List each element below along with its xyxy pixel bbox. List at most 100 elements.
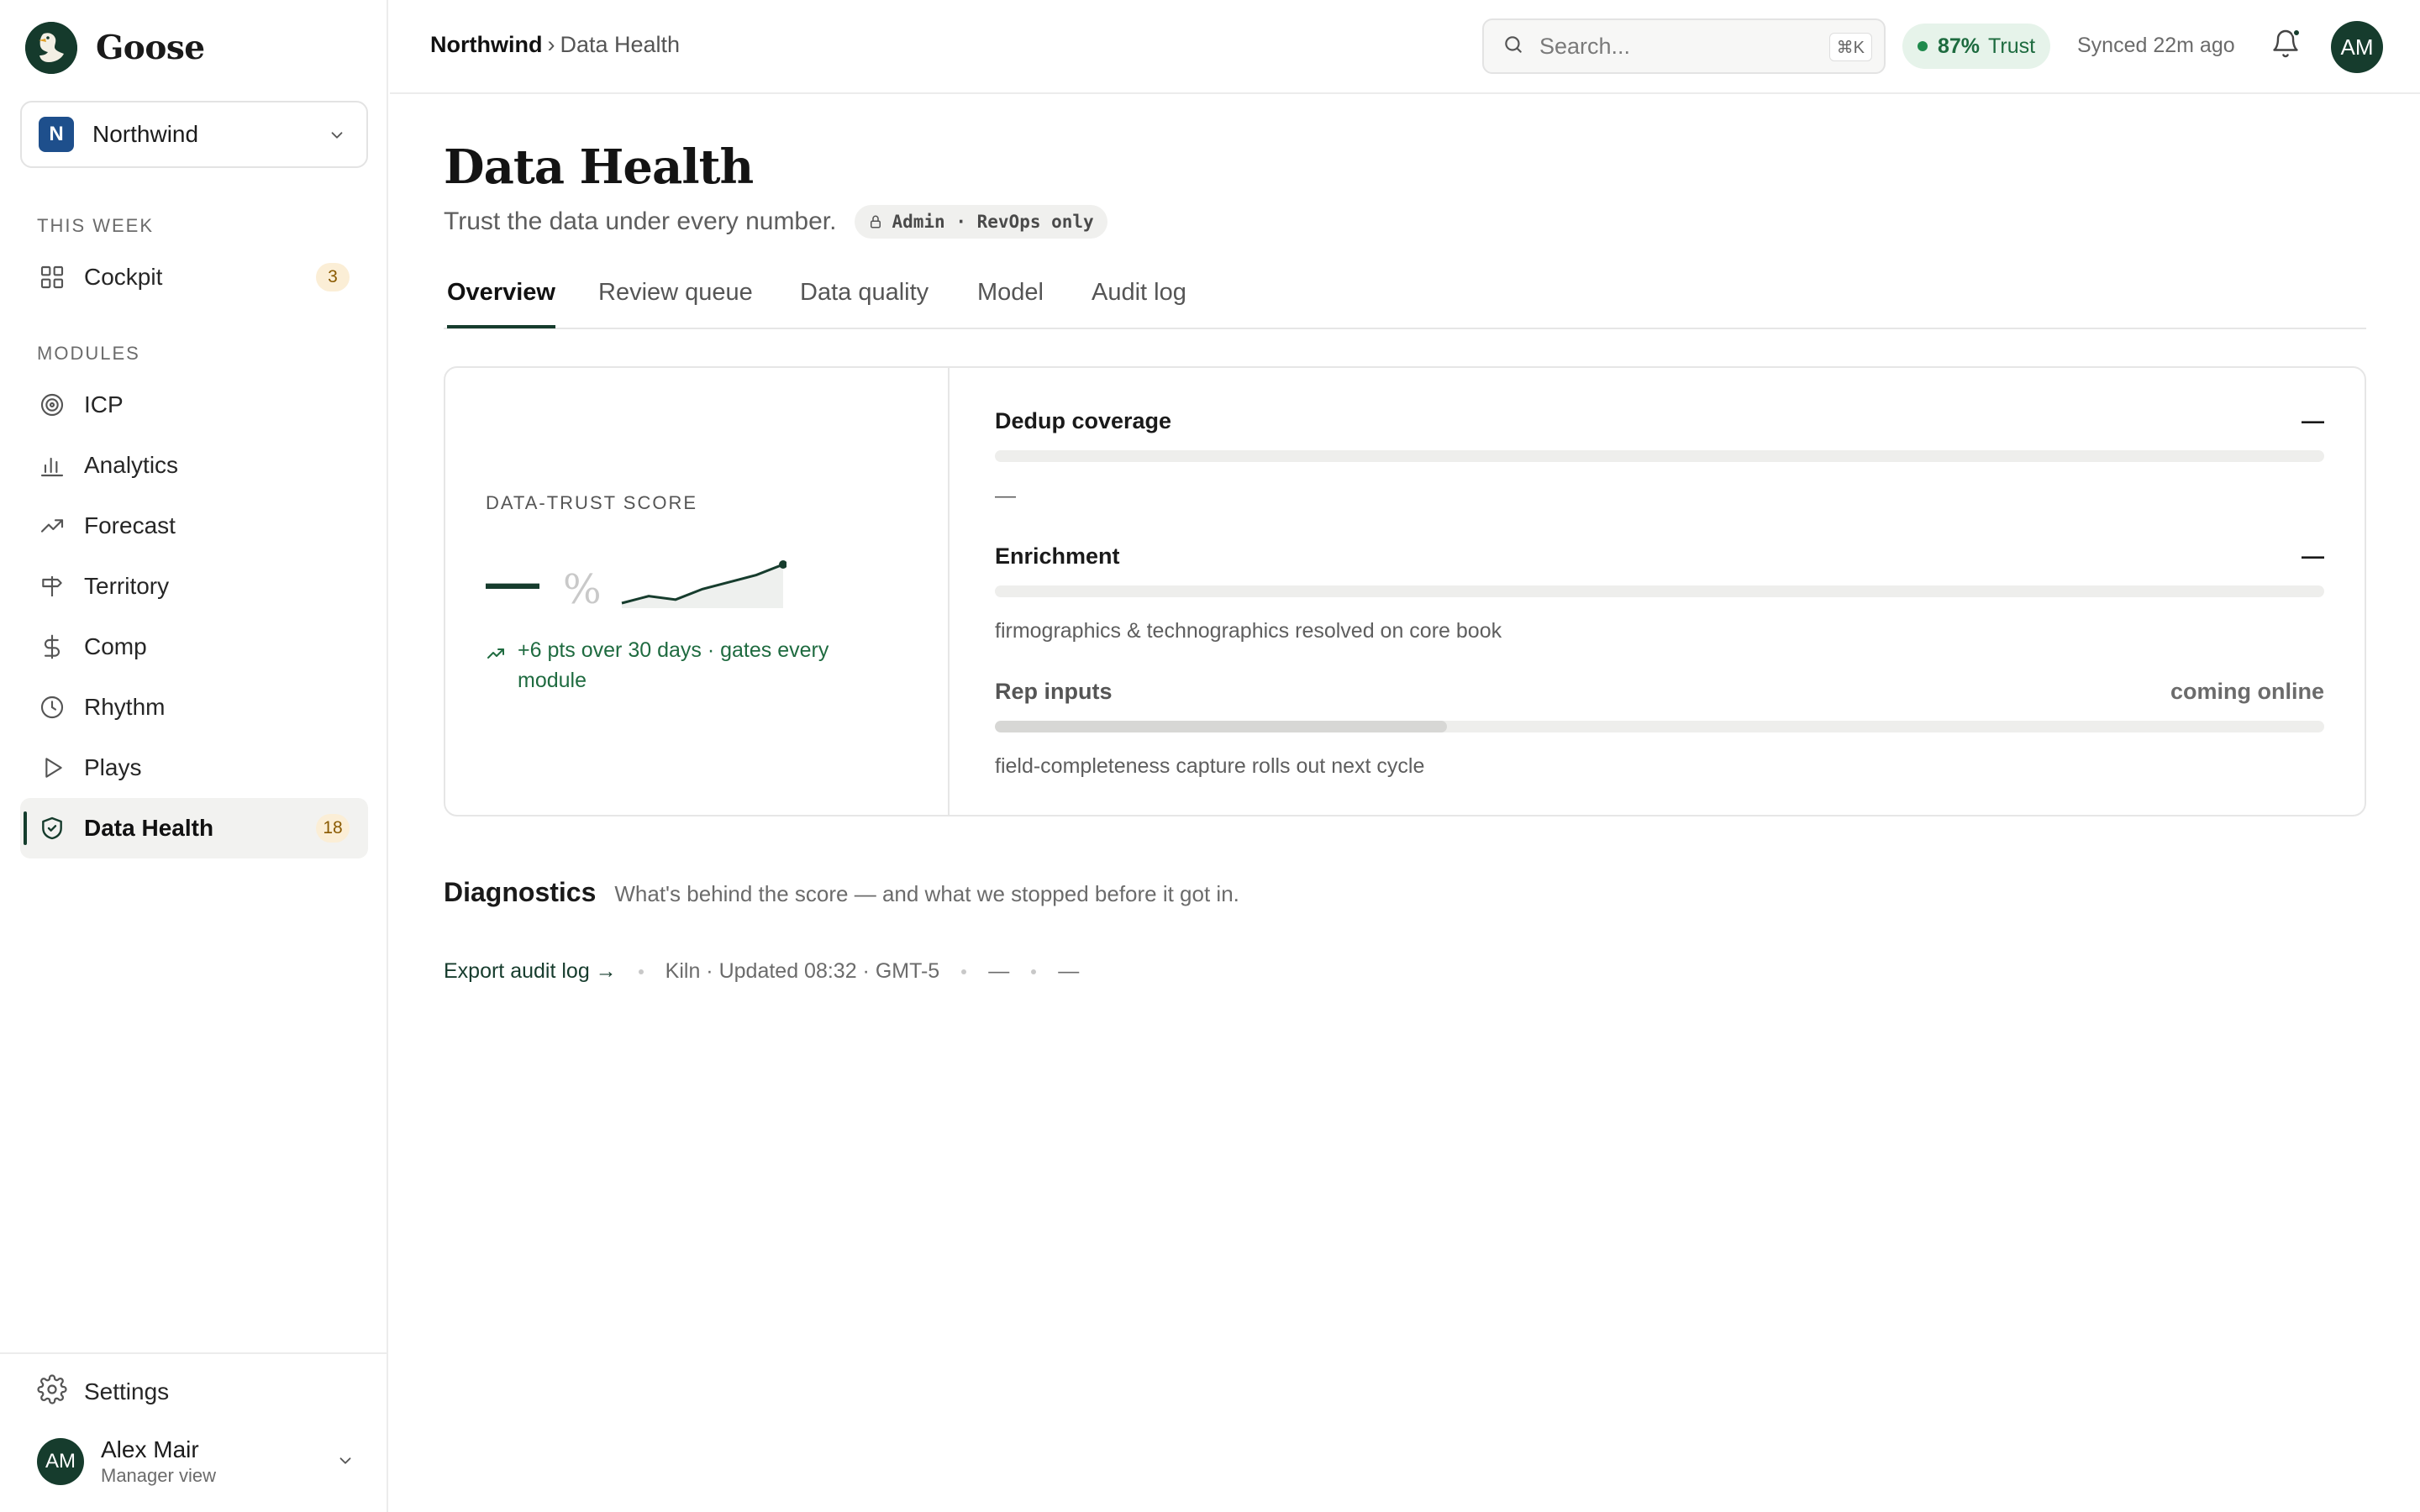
diagnostics-header: Diagnostics What's behind the score — an… [444,877,1239,908]
breadcrumb-separator: › [547,32,555,57]
page-subtitle-row: Trust the data under every number. Admin… [444,205,1107,239]
separator-dot [638,969,644,974]
search-placeholder: Search... [1539,33,1631,59]
avatar[interactable]: AM [2331,21,2383,73]
metric-name: Dedup coverage [995,408,1172,433]
metric-name: Enrichment [995,543,1120,569]
sidebar-item-label: Data Health [84,815,214,841]
signpost-icon [37,571,67,601]
score-value: — [486,552,539,612]
trust-label: Trust [1988,34,2036,58]
sidebar-item-comp[interactable]: Comp [20,617,368,677]
breadcrumb: Northwind › Data Health [430,32,680,58]
tab-bar: Overview Review queue Data quality Model… [444,269,2366,329]
avatar: AM [37,1438,84,1485]
sidebar-item-label: Plays [84,754,142,780]
count-badge: 3 [316,263,350,291]
sidebar-item-analytics[interactable]: Analytics [20,435,368,496]
section-label-this-week: THIS WEEK [37,215,155,236]
score-label: DATA-TRUST SCORE [486,492,698,513]
breadcrumb-root[interactable]: Northwind [430,32,542,57]
metric-enrichment: Enrichment — firmographics & technograph… [995,543,2324,643]
target-icon [37,390,67,420]
separator-dot [1031,969,1037,974]
workspace-badge: N [39,117,74,152]
bar-chart-icon [37,450,67,480]
keyboard-shortcut: ⌘K [1828,33,1872,61]
page-subtitle: Trust the data under every number. [444,207,837,235]
trust-badge[interactable]: 87% Trust [1902,24,2051,69]
access-badge-label: Admin · RevOps only [892,212,1094,232]
sidebar: Goose N Northwind THIS WEEK Cockpit 3 MO… [0,0,388,1512]
notification-dot [2292,29,2301,37]
sidebar-item-settings[interactable]: Settings [37,1374,169,1409]
section-title: Diagnostics [444,877,597,907]
workspace-switcher[interactable]: N Northwind [20,101,368,168]
footer-value-b: — [1058,959,1080,983]
sidebar-item-label: Cockpit [84,264,163,290]
lock-icon [871,215,881,228]
brand[interactable]: Goose [25,22,205,74]
score-unit: % [563,566,602,613]
metric-status: — [2302,543,2324,569]
goose-logo-icon [25,22,77,74]
dollar-icon [37,632,67,662]
section-subtitle: What's behind the score — and what we st… [614,881,1239,906]
sidebar-item-territory[interactable]: Territory [20,556,368,617]
metric-note: — [995,484,1016,507]
trend-up-icon [487,648,504,659]
metric-rep-inputs: Rep inputs coming online field-completen… [995,679,2324,778]
brand-name: Goose [96,29,205,67]
tab-overview[interactable]: Overview [447,279,555,328]
search-input[interactable]: Search... ⌘K [1482,18,1886,74]
sync-status: Synced 22m ago [2077,34,2235,57]
user-text: Alex Mair Manager view [101,1436,216,1487]
metric-progress-bar [995,721,2324,732]
updated-timestamp: Kiln · Updated 08:32 · GMT-5 [665,959,940,983]
grid-icon [37,262,67,292]
sidebar-item-label: Comp [84,633,147,659]
separator-dot [961,969,967,974]
metric-progress-bar [995,585,2324,597]
trend-up-icon [37,511,67,541]
score-trend: +6 pts over 30 days · gates every module [486,635,881,696]
tab-review-queue[interactable]: Review queue [598,279,753,325]
play-icon [37,753,67,783]
clock-icon [37,692,67,722]
notifications-button[interactable] [2265,25,2306,66]
chevron-down-icon [336,1452,355,1474]
search-icon [1502,34,1524,60]
sparkline-area [622,564,783,608]
score-card: DATA-TRUST SCORE — % +6 pts over 30 days… [444,366,2366,816]
metric-progress-fill [995,721,1447,732]
metric-note: firmographics & technographics resolved … [995,619,1502,643]
sidebar-item-label: Territory [84,573,170,599]
sidebar-item-label: Rhythm [84,694,166,720]
sidebar-footer: Settings AM Alex Mair Manager view [0,1352,387,1512]
breadcrumb-current: Data Health [560,32,681,57]
metric-progress-bar [995,450,2324,462]
workspace-name: Northwind [92,121,199,147]
sidebar-item-forecast[interactable]: Forecast [20,496,368,556]
score-trend-text: +6 pts over 30 days · gates every module [518,638,829,692]
sidebar-item-label: Analytics [84,452,179,478]
metric-note: field-completeness capture rolls out nex… [995,754,1425,778]
user-role: Manager view [101,1465,216,1486]
user-menu[interactable]: AM Alex Mair Manager view [37,1436,365,1487]
metric-status: — [2302,408,2324,433]
settings-label: Settings [84,1378,170,1404]
sidebar-item-icp[interactable]: ICP [20,375,368,435]
sidebar-item-rhythm[interactable]: Rhythm [20,677,368,738]
sidebar-item-plays[interactable]: Plays [20,738,368,798]
trust-score-panel: DATA-TRUST SCORE — % +6 pts over 30 days… [445,368,950,815]
score-sparkline [621,560,786,608]
export-audit-log-link[interactable]: Export audit log → [444,959,617,984]
chevron-down-icon [328,126,346,149]
tab-data-quality[interactable]: Data quality [800,279,929,325]
tab-model[interactable]: Model [977,279,1044,325]
tab-audit-log[interactable]: Audit log [1092,279,1186,325]
access-badge: Admin · RevOps only [855,205,1107,239]
section-label-modules: MODULES [37,343,140,364]
sidebar-item-cockpit[interactable]: Cockpit 3 [20,247,368,307]
sidebar-item-data-health[interactable]: Data Health 18 [20,798,368,858]
